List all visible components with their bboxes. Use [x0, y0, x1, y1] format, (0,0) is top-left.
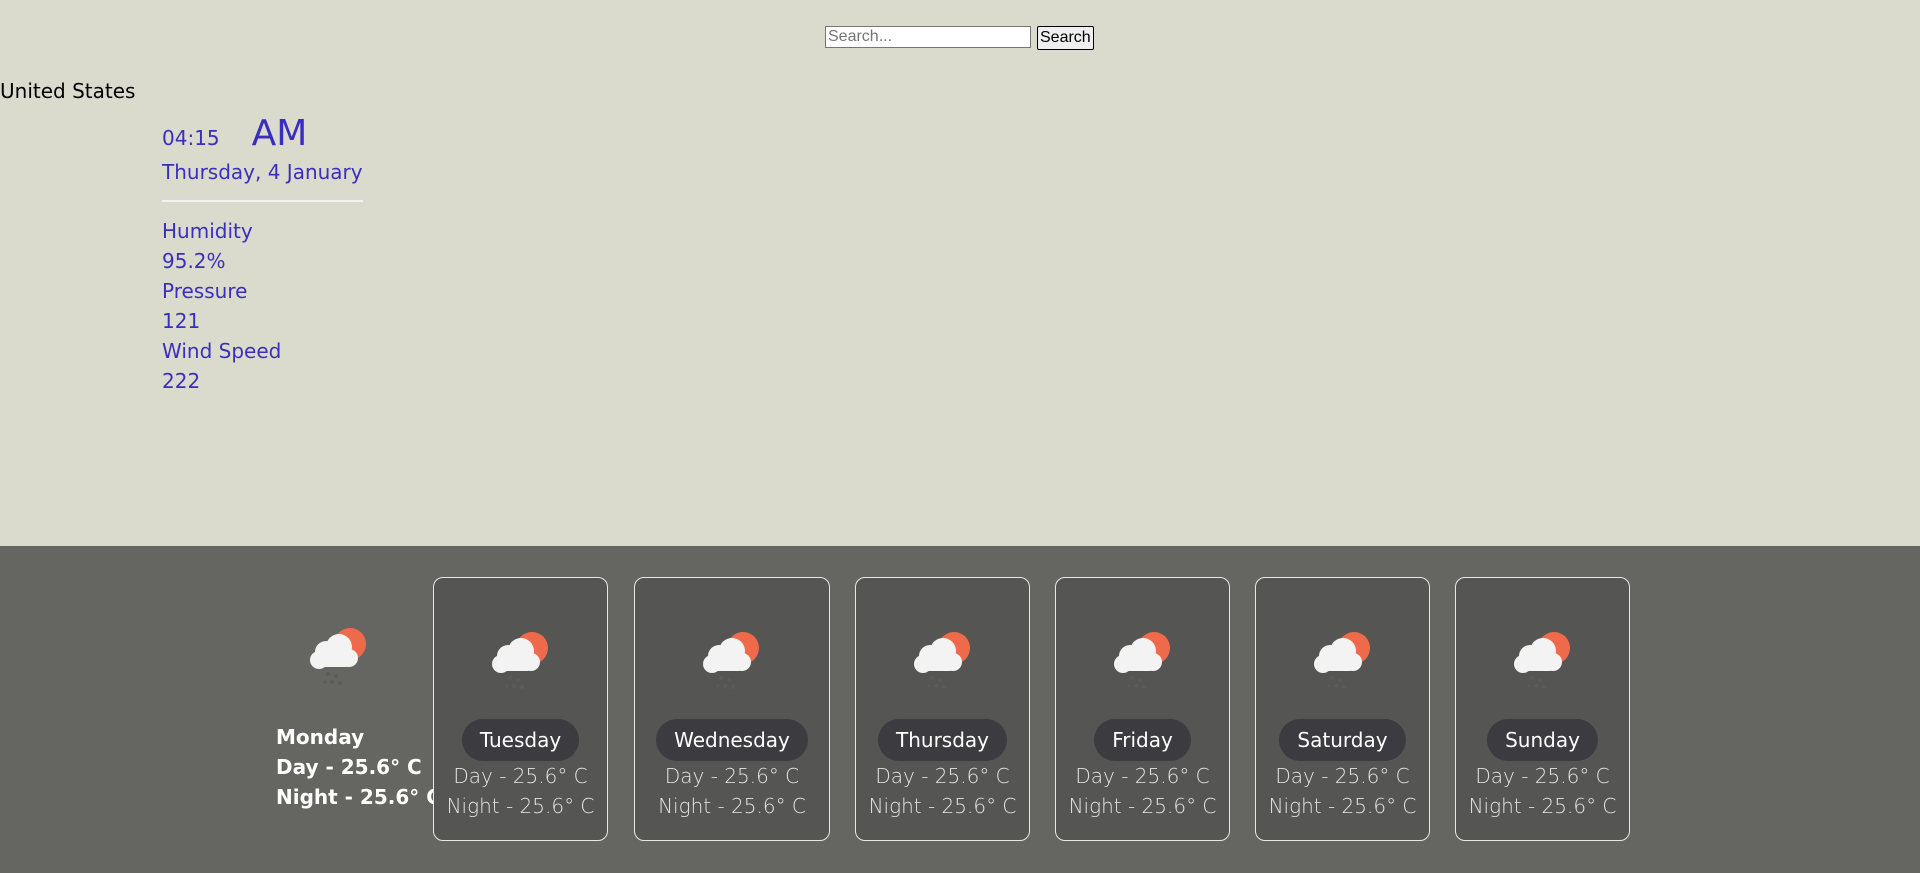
- day-temp: Day - 25.6° C: [1075, 764, 1210, 788]
- wind-speed-label: Wind Speed: [162, 339, 282, 363]
- forecast-card-thursday: Thursday Day - 25.6° C Night - 25.6° C: [855, 577, 1030, 841]
- cloud-sun-rain-icon: [1508, 626, 1578, 696]
- forecast-card-friday: Friday Day - 25.6° C Night - 25.6° C: [1055, 577, 1230, 841]
- day-pill: Wednesday: [656, 719, 808, 761]
- divider: [162, 200, 363, 202]
- day-temp: Day - 25.6° C: [664, 764, 800, 788]
- humidity-value: 95.2%: [162, 249, 226, 273]
- day-pill: Sunday: [1487, 719, 1598, 761]
- forecast-card-tuesday: Tuesday Day - 25.6° C Night - 25.6° C: [433, 577, 608, 841]
- day-temp: Day - 25.6° C: [1275, 764, 1410, 788]
- cloud-sun-rain-icon: [304, 622, 374, 692]
- forecast-card-saturday: Saturday Day - 25.6° C Night - 25.6° C: [1255, 577, 1430, 841]
- clock-time: 04:15: [162, 126, 220, 150]
- current-info-panel: 04:15 AM Thursday, 4 January Humidity 95…: [162, 113, 363, 396]
- clock: 04:15 AM: [162, 113, 363, 154]
- humidity-label: Humidity: [162, 219, 253, 243]
- cloud-sun-rain-icon: [1108, 626, 1178, 696]
- search-button[interactable]: Search: [1037, 26, 1094, 50]
- day-pill: Tuesday: [461, 719, 580, 761]
- day-pill: Saturday: [1279, 719, 1406, 761]
- night-temp: Night - 25.6° C: [1068, 794, 1217, 818]
- day-temp: Day - 25.6° C: [875, 764, 1010, 788]
- day-temp: Day - 25.6° C: [1475, 764, 1610, 788]
- night-temp: Night - 25.6° C: [446, 794, 595, 818]
- forecast-card-sunday: Sunday Day - 25.6° C Night - 25.6° C: [1455, 577, 1630, 841]
- cloud-sun-rain-icon: [1308, 626, 1378, 696]
- cloud-sun-rain-icon: [908, 626, 978, 696]
- country-label: United States: [0, 79, 136, 103]
- night-temp: Night - 25.6° C: [1268, 794, 1417, 818]
- cloud-sun-rain-icon: [486, 626, 556, 696]
- night-temp: Night - 25.6° C: [1468, 794, 1617, 818]
- night-temp: Night - 25.6° C: [658, 794, 806, 818]
- night-temp: Night - 25.6° C: [868, 794, 1017, 818]
- pressure-value: 121: [162, 309, 201, 333]
- search-bar: Search: [825, 26, 1094, 50]
- day-pill: Thursday: [878, 719, 1007, 761]
- day-pill: Friday: [1094, 719, 1191, 761]
- day-temp: Day - 25.6° C: [453, 764, 588, 788]
- wind-speed-value: 222: [162, 369, 201, 393]
- today-forecast: Monday Day - 25.6° C Night - 25.6° C: [276, 622, 441, 812]
- today-day: Monday: [276, 725, 365, 749]
- clock-period: AM: [251, 113, 308, 154]
- search-input[interactable]: [825, 26, 1031, 48]
- forecast-band: Monday Day - 25.6° C Night - 25.6° C Tue…: [0, 546, 1920, 873]
- today-day-temp: Day - 25.6° C: [276, 755, 422, 779]
- pressure-label: Pressure: [162, 279, 248, 303]
- today-night-temp: Night - 25.6° C: [276, 785, 441, 809]
- cloud-sun-rain-icon: [697, 626, 767, 696]
- forecast-card-wednesday: Wednesday Day - 25.6° C Night - 25.6° C: [634, 577, 830, 841]
- current-date: Thursday, 4 January: [162, 160, 363, 184]
